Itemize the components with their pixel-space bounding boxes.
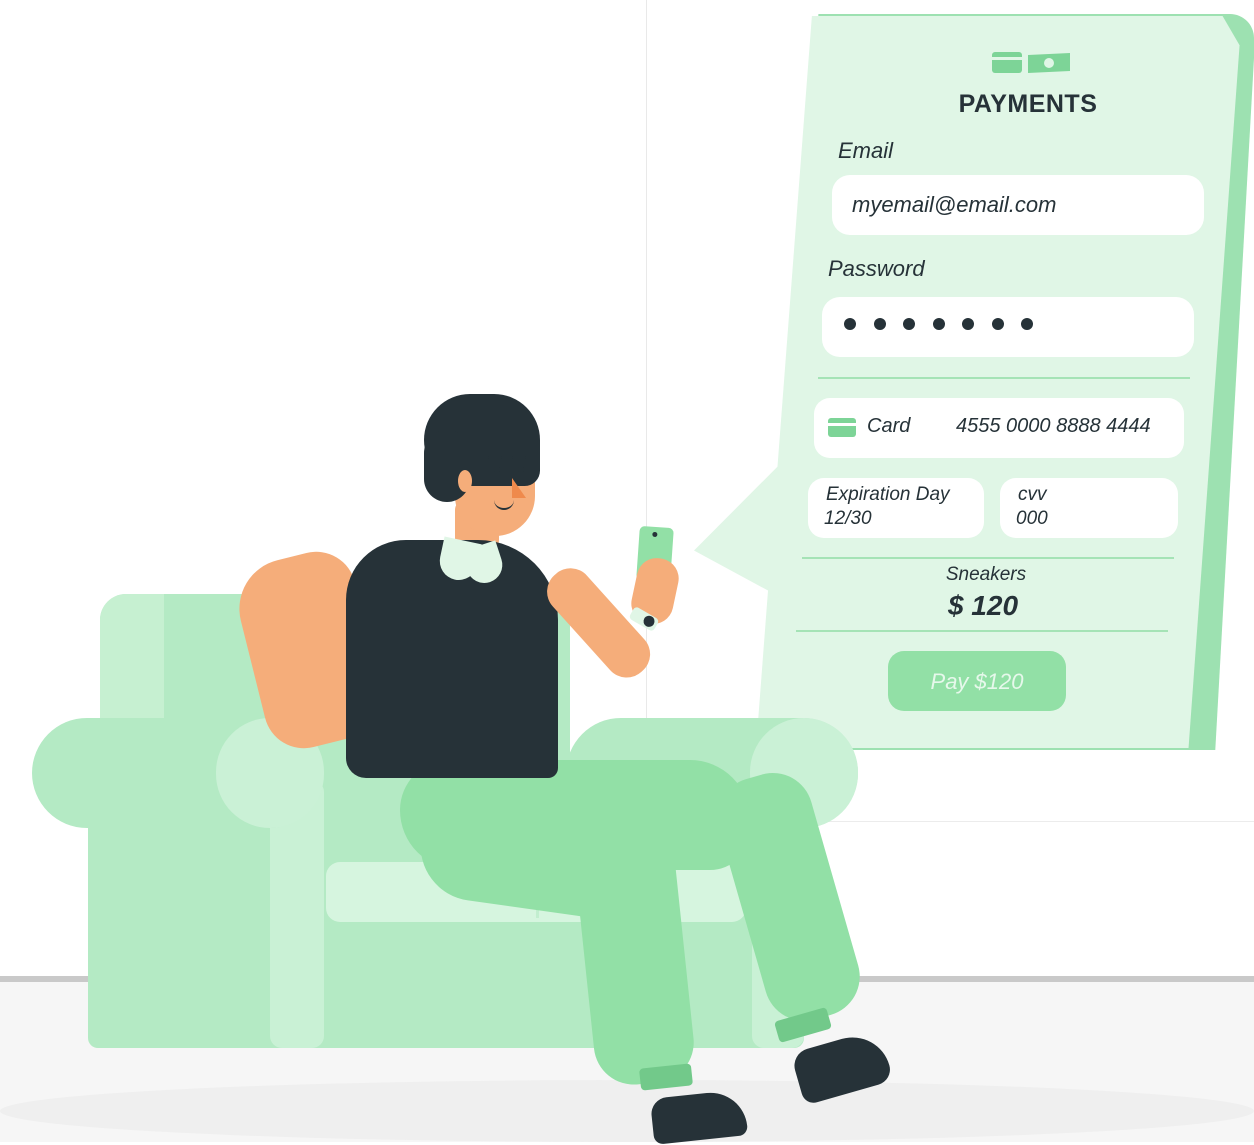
password-dot [962,318,974,330]
password-dot [1021,318,1033,330]
wall-edge-bottom [800,821,1254,822]
eyebrow [512,456,526,459]
divider [818,377,1190,379]
payment-icons [992,52,1072,74]
card-icon [992,52,1022,73]
card-label: Card [867,415,911,437]
password-label: Password [828,256,925,281]
divider [796,630,1168,632]
eyebrow [488,456,502,459]
wall-edge [646,0,647,820]
credit-card-icon [828,418,856,437]
password-mask [844,318,1033,334]
email-label: Email [838,138,894,163]
password-dot [991,318,1004,330]
expiration-field[interactable]: Expiration Day 12/30 [808,478,984,538]
banknote-icon [1028,53,1070,73]
cvv-field[interactable]: cvv 000 [1000,478,1178,538]
pay-button[interactable]: Pay $120 [888,651,1066,711]
card-number-field[interactable]: Card 4555 0000 8888 4444 [814,398,1184,458]
payment-panel [756,16,1240,748]
password-dot [903,318,915,330]
divider [802,557,1174,559]
product-price: $ 120 [947,590,1019,621]
password-dot [932,318,945,330]
cvv-value: 000 [1016,508,1048,529]
email-field[interactable]: myemail@email.com [832,175,1204,235]
card-number: 4555 0000 8888 4444 [956,415,1151,437]
password-dot [844,318,856,330]
product-name: Sneakers [945,564,1027,585]
floor-shadow [0,1080,1254,1142]
eye [494,466,500,473]
panel-title: PAYMENTS [958,90,1098,118]
ear [458,470,472,492]
eye [518,466,524,473]
expiration-label: Expiration Day [826,484,950,505]
cvv-label: cvv [1018,484,1047,505]
illustration-scene: PAYMENTS Email myemail@email.com Passwor… [0,0,1254,1145]
password-dot [873,318,886,330]
expiration-value: 12/30 [824,508,872,529]
